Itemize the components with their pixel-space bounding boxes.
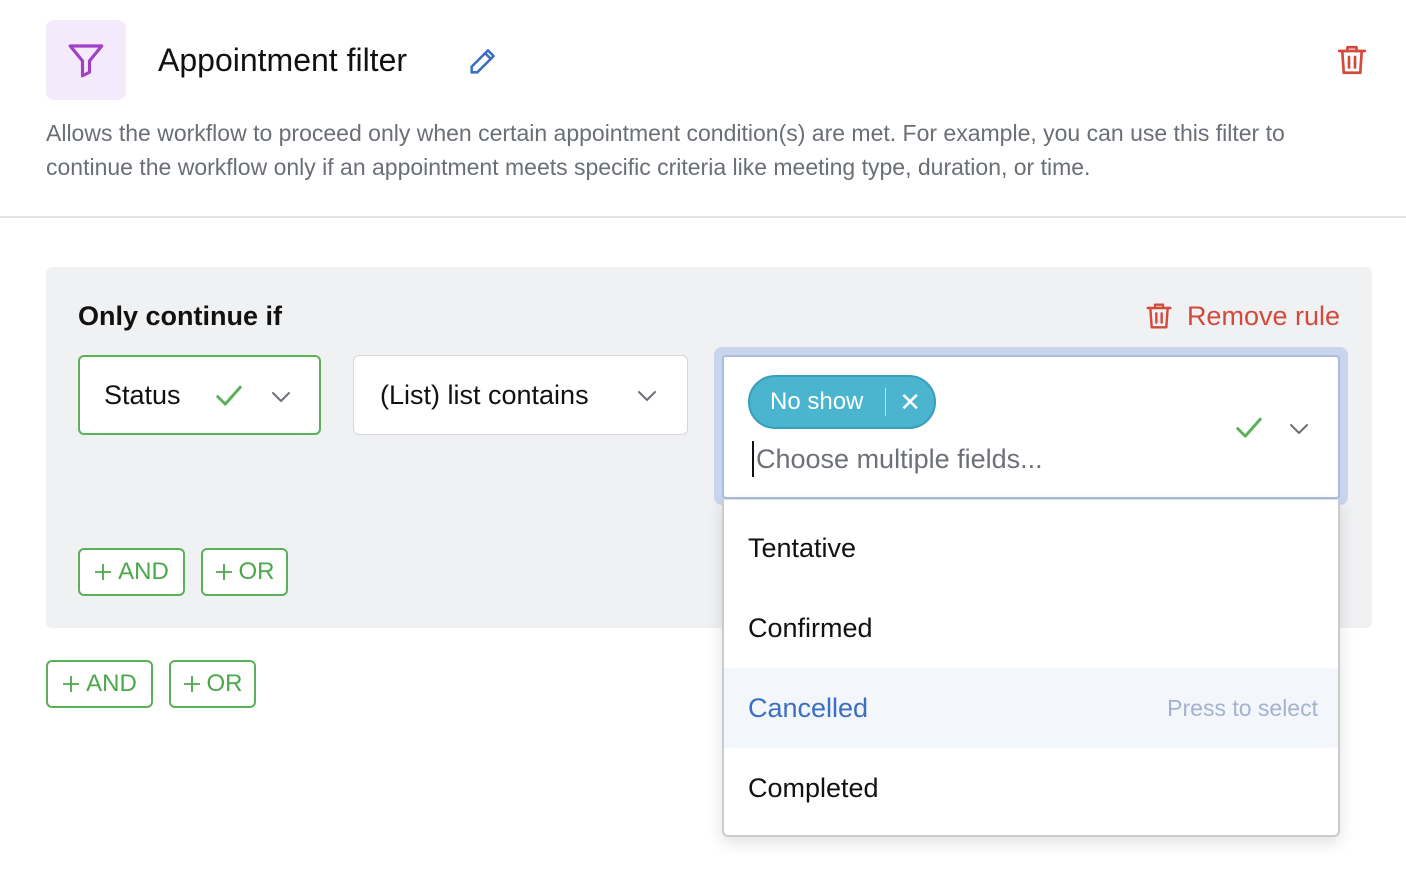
options-dropdown: Tentative Confirmed Cancelled Press to s…: [722, 499, 1340, 837]
operator-select[interactable]: (List) list contains: [353, 355, 688, 435]
field-select-value: Status: [104, 379, 181, 410]
check-icon: [1236, 417, 1262, 438]
chip-label: No show: [770, 388, 864, 415]
add-or-group-label: OR: [206, 670, 243, 697]
multi-select-search-input[interactable]: [752, 441, 1202, 477]
operator-select-value: (List) list contains: [380, 379, 589, 410]
add-and-group-button[interactable]: AND: [46, 660, 153, 708]
filter-description: Allows the workflow to proceed only when…: [46, 120, 1285, 180]
dropdown-option[interactable]: Tentative: [724, 508, 1338, 588]
add-or-label: OR: [238, 558, 275, 585]
dropdown-option[interactable]: Completed: [724, 748, 1338, 828]
plus-icon: [95, 564, 112, 580]
selected-chip: No show ✕: [748, 375, 936, 429]
option-label: Cancelled: [748, 692, 869, 723]
remove-rule-label: Remove rule: [1186, 300, 1340, 331]
add-or-group-button[interactable]: OR: [169, 660, 256, 708]
check-icon: [216, 385, 242, 406]
plus-icon: [215, 564, 232, 580]
rule-heading: Only continue if: [78, 301, 283, 331]
option-label: Tentative: [748, 532, 857, 563]
pencil-icon[interactable]: [466, 44, 500, 78]
field-select[interactable]: Status: [78, 355, 321, 435]
option-hint: Press to select: [1167, 694, 1318, 721]
dropdown-option-highlighted[interactable]: Cancelled Press to select: [724, 668, 1338, 748]
add-and-label: AND: [118, 558, 169, 585]
close-icon[interactable]: ✕: [886, 387, 934, 418]
value-multi-select[interactable]: No show ✕: [722, 355, 1340, 499]
add-and-group-label: AND: [86, 670, 137, 697]
option-label: Completed: [748, 772, 879, 803]
add-and-condition-button[interactable]: AND: [78, 548, 185, 596]
trash-icon[interactable]: [1334, 42, 1370, 78]
filter-header: Appointment filter Allows the workflow t…: [0, 0, 1406, 218]
page-title: Appointment filter: [158, 42, 408, 78]
plus-icon: [183, 676, 200, 692]
filter-icon-container: [46, 20, 126, 100]
plus-icon: [63, 676, 80, 692]
chevron-down-icon[interactable]: [268, 385, 294, 409]
chevron-down-icon[interactable]: [634, 384, 660, 408]
option-label: Confirmed: [748, 612, 873, 643]
chevron-down-icon[interactable]: [1286, 417, 1312, 441]
filter-icon: [68, 44, 104, 78]
dropdown-option[interactable]: Confirmed: [724, 588, 1338, 668]
remove-rule-button[interactable]: Remove rule: [1143, 299, 1340, 333]
trash-icon: [1146, 303, 1172, 329]
add-or-condition-button[interactable]: OR: [201, 548, 288, 596]
